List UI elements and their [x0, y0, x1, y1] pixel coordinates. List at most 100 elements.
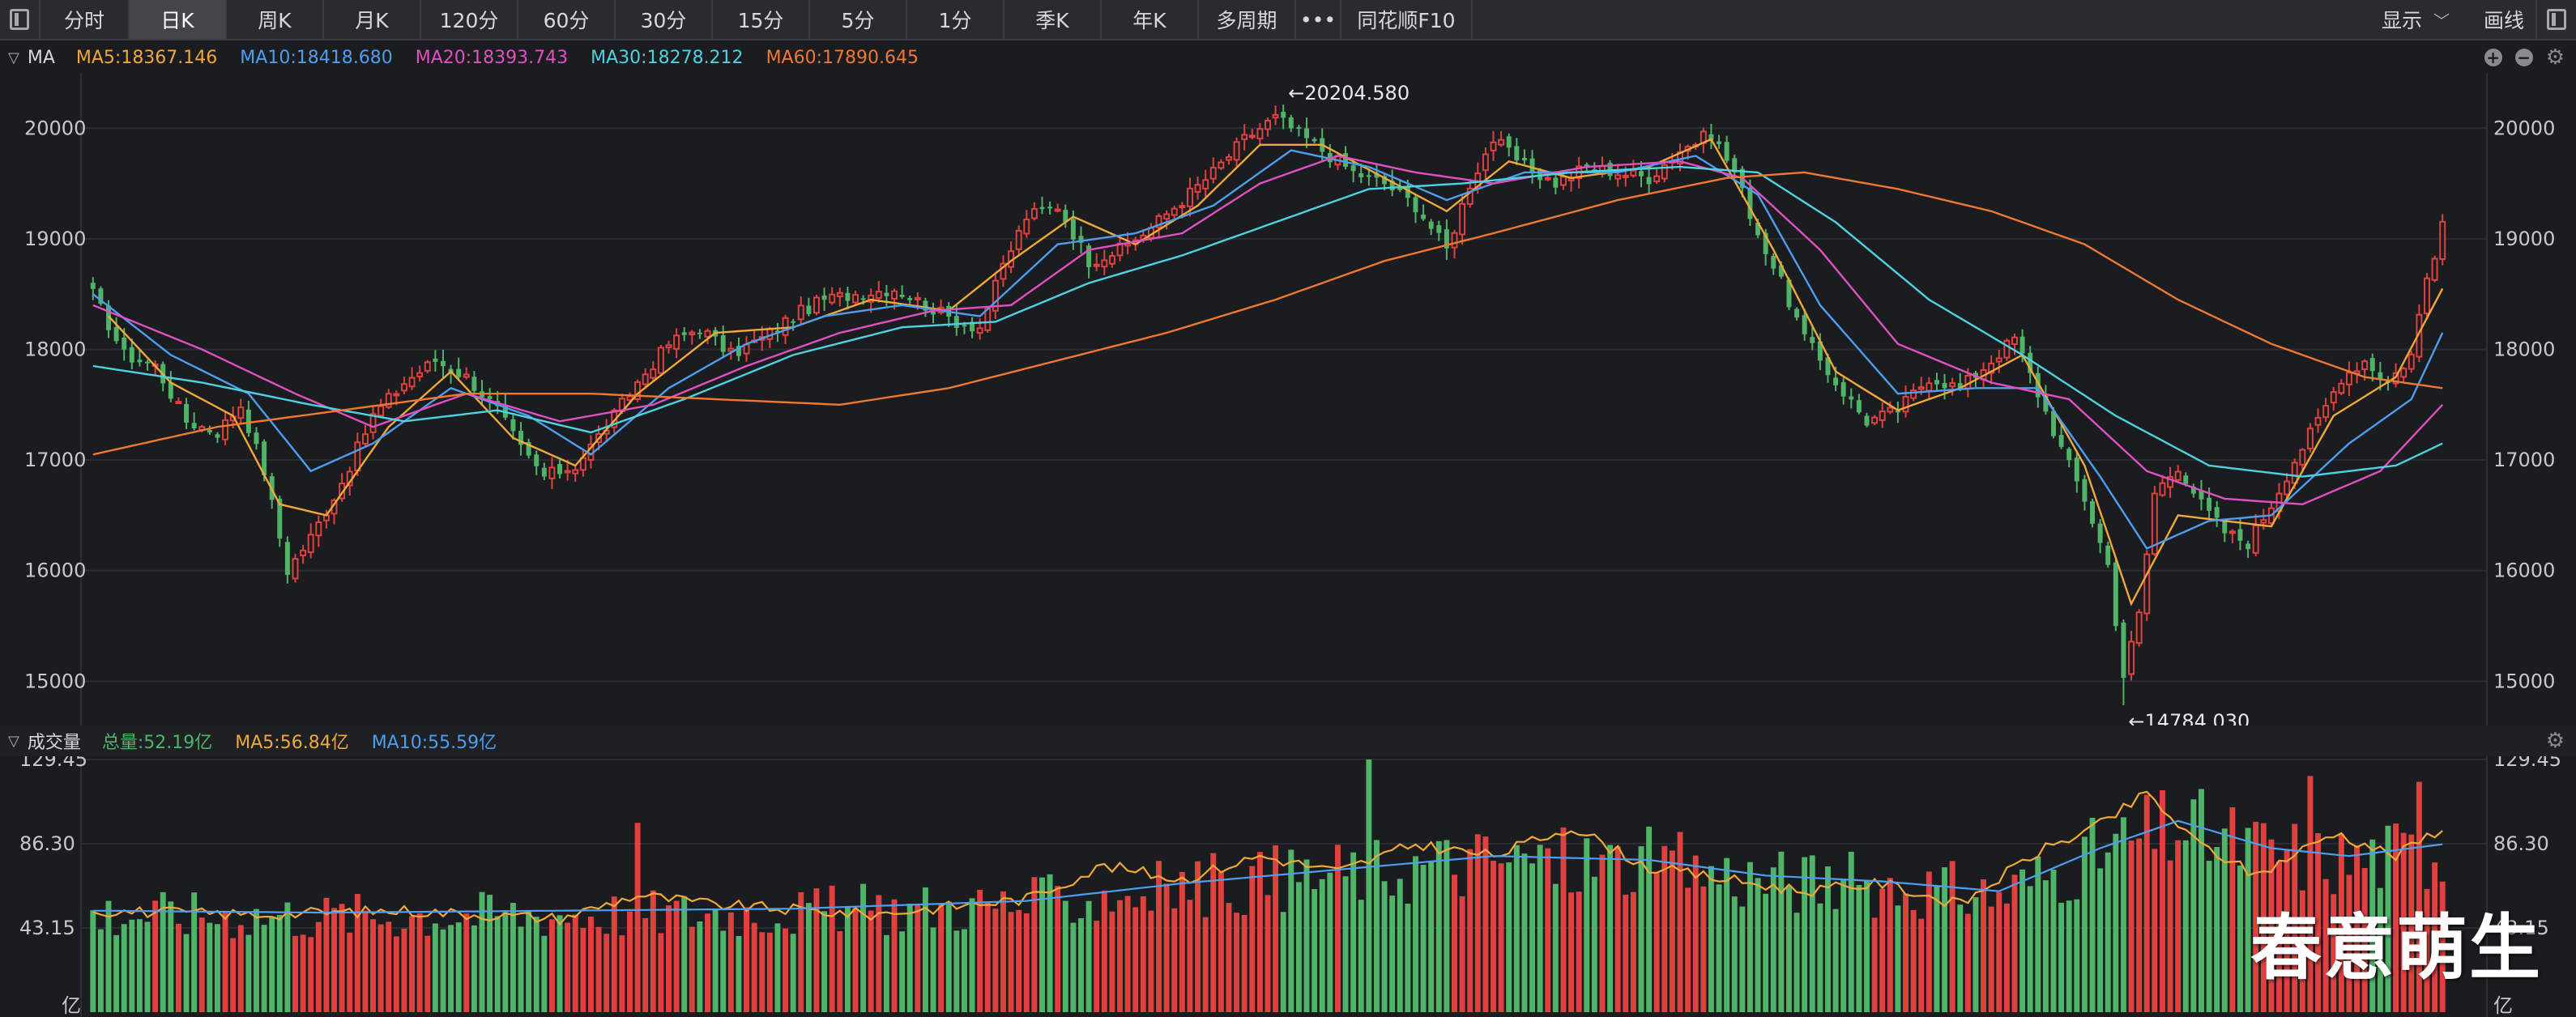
- candle-body-down: [1343, 153, 1349, 168]
- candle-body-up: [424, 361, 431, 372]
- period-button-3[interactable]: 月K: [324, 0, 421, 39]
- volume-bar: [1607, 845, 1614, 1012]
- volume-chart[interactable]: 129.45 129.4586.30 86.3043.15 43.15亿亿: [0, 756, 2576, 1017]
- candle-body-up: [782, 317, 789, 336]
- candle-body-down: [2214, 507, 2220, 518]
- candle-body-up: [797, 304, 804, 321]
- volume-bar: [1871, 917, 1878, 1012]
- sidebar-toggle-button[interactable]: [0, 0, 41, 39]
- candle-body-up: [2439, 220, 2446, 261]
- price-tick-label-right: 18000: [2493, 338, 2555, 361]
- volume-bar: [1444, 840, 1450, 1012]
- candle-body-down: [2082, 479, 2088, 502]
- candle-body-up: [1995, 357, 2002, 363]
- sidebar-right-toggle-button[interactable]: [2535, 0, 2576, 39]
- volume-bar: [744, 907, 749, 1012]
- volume-bar: [821, 911, 828, 1012]
- volume-bar: [1366, 760, 1372, 1012]
- candle-body-up: [1887, 406, 1894, 413]
- volume-bar: [1988, 906, 1994, 1012]
- volume-bar: [572, 914, 578, 1012]
- volume-bar: [424, 935, 431, 1012]
- volume-bar: [1413, 856, 1418, 1012]
- period-button-12[interactable]: 多周期: [1199, 0, 1296, 39]
- candle-body-down: [433, 358, 438, 362]
- candle-body-up: [1015, 229, 1022, 250]
- volume-bar: [1124, 896, 1131, 1012]
- volume-bar: [1327, 872, 1333, 1012]
- candle-body-down: [2090, 501, 2095, 524]
- volume-bar: [1934, 885, 1940, 1012]
- period-button-14[interactable]: 同花顺F10: [1341, 0, 1473, 39]
- volume-bar: [969, 898, 975, 1012]
- collapse-caret-icon[interactable]: ▽: [8, 733, 19, 750]
- candle-body-up: [673, 334, 680, 350]
- period-button-0[interactable]: 分时: [41, 0, 130, 39]
- panel-left-icon: [10, 9, 29, 30]
- volume-bar: [487, 895, 493, 1012]
- volume-bar: [2113, 833, 2119, 1012]
- candle-body-up: [2260, 519, 2267, 524]
- volume-bar: [409, 916, 416, 1012]
- volume-controls: ⚙: [2546, 726, 2565, 756]
- zoom-out-icon[interactable]: −: [2514, 49, 2533, 66]
- volume-bar: [2214, 847, 2220, 1012]
- price-tick-label-right: 15000: [2493, 670, 2555, 692]
- candle-body-up: [315, 521, 322, 537]
- panel-right-icon: [2547, 9, 2566, 30]
- candle-body-up: [1490, 141, 1497, 151]
- gear-icon[interactable]: ⚙: [2546, 730, 2565, 751]
- candle-body-up: [354, 441, 361, 472]
- gear-icon[interactable]: ⚙: [2546, 47, 2565, 68]
- zoom-in-icon[interactable]: +: [2484, 49, 2502, 66]
- volume-bar: [2128, 840, 2135, 1012]
- volume-bar: [1342, 876, 1349, 1012]
- chevron-down-icon[interactable]: ﹀: [2433, 8, 2450, 32]
- period-button-7[interactable]: 15分: [713, 0, 810, 39]
- volume-bar: [510, 903, 516, 1012]
- period-button-5[interactable]: 60分: [518, 0, 616, 39]
- candle-body-down: [113, 326, 119, 342]
- volume-bar: [2120, 817, 2126, 1012]
- candle-body-up: [1248, 134, 1256, 138]
- volume-tick-label-left: 43.15: [19, 917, 75, 939]
- candle-body-down: [2121, 622, 2126, 679]
- ma-legend-item-2: MA20:18393.743: [415, 47, 569, 68]
- period-button-4[interactable]: 120分: [421, 0, 518, 39]
- volume-bar: [1786, 885, 1792, 1012]
- volume-tick-label-right: 129.45: [2493, 756, 2561, 771]
- volume-bar: [90, 910, 96, 1012]
- volume-bar: [432, 923, 438, 1012]
- volume-bar: [479, 891, 485, 1012]
- candle-body-down: [1646, 177, 1652, 185]
- volume-tick-label-left: 86.30: [19, 832, 75, 855]
- period-button-8[interactable]: 5分: [810, 0, 907, 39]
- volume-bar: [2019, 869, 2026, 1012]
- display-menu-button[interactable]: 显示: [2370, 5, 2433, 34]
- candle-body-up: [2299, 449, 2306, 466]
- volume-bar: [860, 883, 867, 1012]
- collapse-caret-icon[interactable]: ▽: [8, 49, 19, 66]
- volume-bar: [766, 932, 773, 1012]
- period-button-10[interactable]: 季K: [1004, 0, 1102, 39]
- volume-bar: [1926, 871, 1932, 1012]
- price-chart[interactable]: 20000 20000 19000 19000 18000 18000 17000 17000…: [0, 73, 2576, 726]
- period-button-6[interactable]: 30分: [616, 0, 713, 39]
- volume-bar: [548, 919, 555, 1012]
- period-button-2[interactable]: 周K: [227, 0, 324, 39]
- period-button-1[interactable]: 日K: [130, 0, 227, 39]
- candle-body-up: [292, 558, 299, 580]
- period-button-13[interactable]: •••: [1296, 0, 1341, 39]
- period-button-9[interactable]: 1分: [907, 0, 1004, 39]
- volume-bar: [1358, 900, 1364, 1012]
- volume-bar: [1545, 848, 1551, 1012]
- candle-body-up: [1917, 386, 1925, 390]
- period-button-11[interactable]: 年K: [1102, 0, 1199, 39]
- volume-bar: [1078, 917, 1084, 1012]
- candle-body-up: [2431, 257, 2438, 281]
- volume-bar: [2066, 900, 2072, 1012]
- draw-line-button[interactable]: 画线: [2472, 5, 2535, 34]
- candle-body-up: [1926, 382, 1933, 392]
- volume-bar: [401, 928, 407, 1012]
- volume-bar: [1148, 910, 1154, 1012]
